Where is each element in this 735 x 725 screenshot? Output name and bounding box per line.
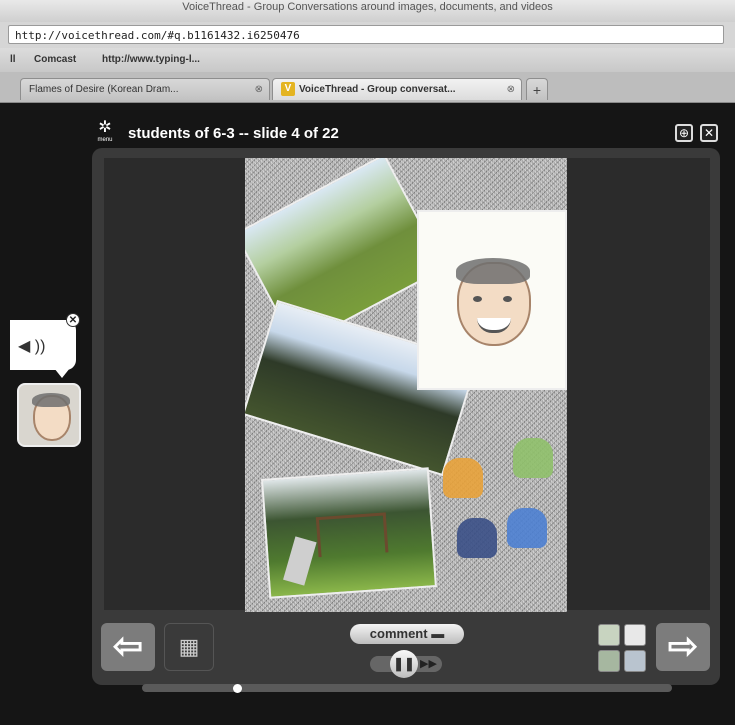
baseball-cartoon <box>507 508 547 548</box>
tab-voicethread[interactable]: V VoiceThread - Group conversat... ⊗ <box>272 78 522 100</box>
thimble-icon: ▦ <box>178 634 200 659</box>
new-tab-button[interactable]: + <box>526 78 548 100</box>
swingset-photo <box>261 467 437 599</box>
tab-close-icon[interactable]: ⊗ <box>255 79 263 100</box>
slide-thumbnail[interactable] <box>624 624 646 646</box>
bubble-close-icon[interactable]: ✕ <box>66 313 80 327</box>
menu-button[interactable]: ✲ menu <box>92 120 118 146</box>
bookmark-comcast[interactable]: Comcast <box>34 54 76 65</box>
comment-button[interactable]: comment ▬ <box>350 624 464 644</box>
window-title: VoiceThread - Group Conversations around… <box>0 0 735 22</box>
slide-image <box>245 158 567 612</box>
doodle-tool-button[interactable]: ▦ <box>164 623 214 671</box>
fast-forward-icon[interactable]: ▶▶ <box>420 657 437 670</box>
drawn-face <box>456 258 531 346</box>
comment-label: comment <box>369 626 428 641</box>
slide-thumbnail[interactable] <box>598 624 620 646</box>
avatar-face <box>32 393 71 441</box>
bookmark-separator: ll <box>10 54 16 65</box>
pause-icon[interactable]: ❚❚ <box>390 650 418 678</box>
slide-thumbnails[interactable] <box>598 624 648 674</box>
gear-icon: ✲ <box>98 119 112 136</box>
url-field[interactable]: http://voicethread.com/#q.b1161432.i6250… <box>8 25 724 44</box>
page-title: students of 6-3 -- slide 4 of 22 <box>128 125 339 142</box>
slide-thumbnail[interactable] <box>624 650 646 672</box>
fullscreen-icon[interactable]: ⊕ <box>675 124 693 142</box>
tab-label: VoiceThread - Group conversat... <box>299 84 456 95</box>
next-slide-button[interactable]: ⇨ <box>656 623 710 671</box>
voicethread-logo-icon: V <box>281 82 295 97</box>
baseball-cartoon <box>443 458 483 498</box>
prev-slide-button[interactable]: ⇦ <box>101 623 155 671</box>
baseball-cartoon <box>513 438 553 478</box>
self-portrait-drawing <box>417 210 567 390</box>
slide-thumbnail[interactable] <box>598 650 620 672</box>
url-bar: http://voicethread.com/#q.b1161432.i6250… <box>0 22 735 48</box>
close-icon[interactable]: ✕ <box>700 124 718 142</box>
tab-flames-of-desire[interactable]: Flames of Desire (Korean Dram... ⊗ <box>20 78 270 100</box>
tab-close-icon[interactable]: ⊗ <box>507 79 515 100</box>
tab-strip: Flames of Desire (Korean Dram... ⊗ V Voic… <box>0 72 735 103</box>
commenter-avatar[interactable] <box>17 383 81 447</box>
baseball-cartoon <box>457 518 497 558</box>
progress-knob[interactable] <box>232 684 242 693</box>
speech-bubble-icon: ▬ <box>431 626 445 641</box>
tab-label: Flames of Desire (Korean Dram... <box>29 84 179 95</box>
bookmark-typing[interactable]: http://www.typing-l... <box>102 54 200 65</box>
bookmarks-bar: ll Comcast http://www.typing-l... <box>0 48 735 72</box>
playback-control[interactable]: ❚❚ ▶▶ <box>370 650 442 678</box>
speaker-icon: ◀ )) <box>18 338 46 355</box>
menu-label: menu <box>97 137 113 143</box>
slide-progress-bar[interactable] <box>142 684 672 692</box>
